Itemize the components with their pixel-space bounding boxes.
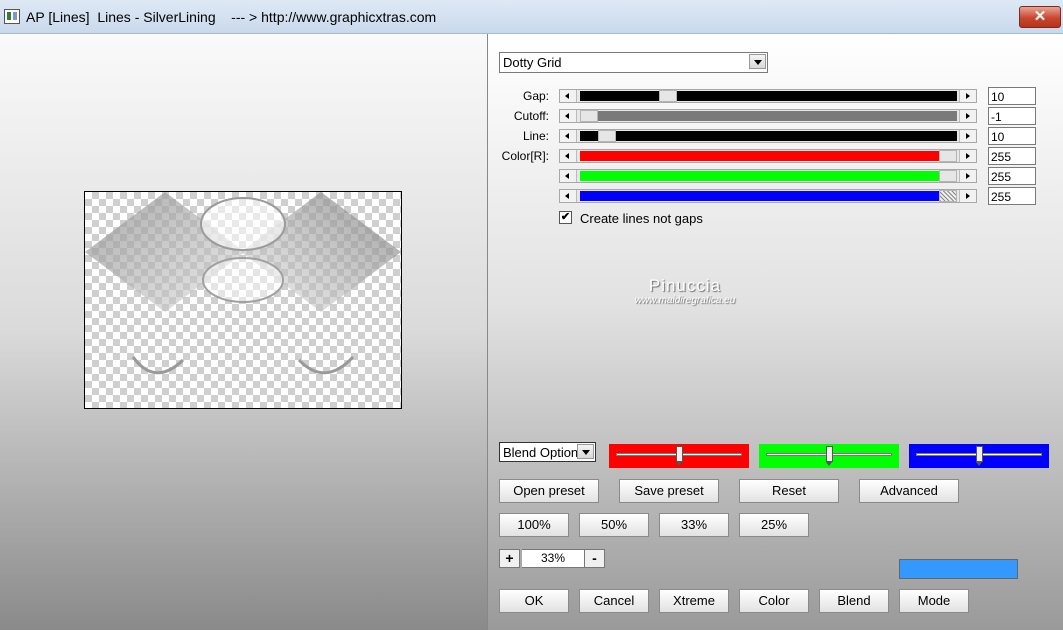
blend-button[interactable]: Blend — [819, 589, 889, 613]
slider-thumb[interactable] — [939, 170, 957, 182]
arrow-right-icon[interactable] — [959, 150, 976, 162]
gap-slider[interactable] — [559, 89, 977, 103]
mode-button[interactable]: Mode — [899, 589, 969, 613]
color-b-slider[interactable] — [559, 189, 977, 203]
slider-track — [580, 191, 957, 201]
chevron-down-icon[interactable] — [749, 54, 766, 69]
mode-dropdown[interactable]: Dotty Grid — [499, 52, 768, 73]
zoom-in-button[interactable]: + — [499, 549, 520, 568]
cutoff-slider[interactable] — [559, 109, 977, 123]
gap-value-field[interactable]: 10 — [988, 87, 1036, 105]
slider-track — [580, 171, 957, 181]
zoom-50-button[interactable]: 50% — [579, 513, 649, 537]
zoom-out-button[interactable]: - — [584, 549, 605, 568]
red-blend-slider[interactable] — [609, 444, 749, 468]
slider-handle[interactable] — [675, 446, 683, 466]
slider-thumb[interactable] — [939, 150, 957, 162]
advanced-button[interactable]: Advanced — [859, 479, 959, 503]
color-r-label: Color[R]: — [501, 149, 549, 163]
mode-dropdown-value: Dotty Grid — [503, 55, 562, 70]
color-r-value-field[interactable]: 255 — [988, 147, 1036, 165]
zoom-33-button[interactable]: 33% — [659, 513, 729, 537]
app-icon — [4, 9, 20, 24]
preview-canvas[interactable] — [84, 191, 402, 409]
save-preset-button[interactable]: Save preset — [619, 479, 719, 503]
blend-options-value: Blend Option — [503, 445, 579, 460]
arrow-right-icon[interactable] — [959, 170, 976, 182]
slider-handle[interactable] — [825, 446, 833, 466]
arrow-right-icon[interactable] — [959, 110, 976, 122]
slider-thumb[interactable] — [658, 90, 677, 102]
xtreme-button[interactable]: Xtreme — [659, 589, 729, 613]
color-g-slider[interactable] — [559, 169, 977, 183]
settings-panel — [488, 34, 1063, 630]
chevron-down-icon[interactable] — [577, 444, 594, 459]
arrow-left-icon[interactable] — [560, 190, 577, 202]
zoom-25-button[interactable]: 25% — [739, 513, 809, 537]
slider-track — [580, 131, 957, 141]
slider-handle[interactable] — [975, 446, 983, 466]
slider-track — [580, 111, 957, 121]
blue-blend-slider[interactable] — [909, 444, 1049, 468]
color-swatch[interactable] — [899, 559, 1018, 579]
cutoff-label: Cutoff: — [513, 109, 549, 123]
preview-image — [85, 192, 401, 375]
line-value-field[interactable]: 10 — [988, 127, 1036, 145]
arrow-left-icon[interactable] — [560, 90, 577, 102]
slider-track — [580, 151, 957, 161]
watermark-url: www.maidiregrafica.eu — [634, 295, 736, 306]
ok-button[interactable]: OK — [499, 589, 569, 613]
slider-thumb[interactable] — [939, 190, 957, 202]
cancel-button[interactable]: Cancel — [579, 589, 649, 613]
gap-label: Gap: — [522, 89, 549, 103]
blend-options-dropdown[interactable]: Blend Option — [499, 442, 596, 462]
zoom-value-field[interactable]: 33% — [522, 549, 584, 568]
close-button[interactable]: ✕ — [1019, 6, 1061, 28]
create-lines-label: Create lines not gaps — [580, 211, 703, 226]
open-preset-button[interactable]: Open preset — [499, 479, 599, 503]
arrow-right-icon[interactable] — [959, 90, 976, 102]
green-blend-slider[interactable] — [759, 444, 899, 468]
cutoff-value-field[interactable]: -1 — [988, 107, 1036, 125]
line-label: Line: — [522, 129, 549, 143]
arrow-left-icon[interactable] — [560, 150, 577, 162]
color-button[interactable]: Color — [739, 589, 809, 613]
window-title: AP [Lines] Lines - SilverLining --- > ht… — [26, 9, 437, 25]
slider-thumb[interactable] — [597, 130, 616, 142]
arrow-left-icon[interactable] — [560, 130, 577, 142]
arrow-right-icon[interactable] — [959, 190, 976, 202]
arrow-right-icon[interactable] — [959, 130, 976, 142]
slider-track — [580, 91, 957, 101]
watermark: Pinuccia www.maidiregrafica.eu — [600, 276, 770, 306]
color-r-slider[interactable] — [559, 149, 977, 163]
arrow-left-icon[interactable] — [560, 170, 577, 182]
zoom-100-button[interactable]: 100% — [499, 513, 569, 537]
color-g-value-field[interactable]: 255 — [988, 167, 1036, 185]
arrow-left-icon[interactable] — [560, 110, 577, 122]
watermark-name: Pinuccia — [648, 276, 722, 295]
reset-button[interactable]: Reset — [739, 479, 839, 503]
title-bar: AP [Lines] Lines - SilverLining --- > ht… — [0, 0, 1063, 34]
slider-thumb[interactable] — [580, 110, 598, 122]
color-b-value-field[interactable]: 255 — [988, 187, 1036, 205]
line-slider[interactable] — [559, 129, 977, 143]
create-lines-checkbox[interactable]: ✔ — [559, 211, 572, 224]
